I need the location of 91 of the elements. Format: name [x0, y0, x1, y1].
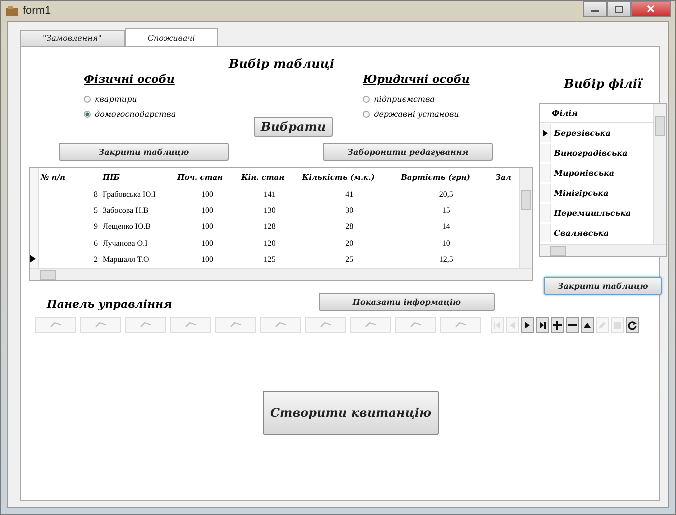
maximize-button[interactable]	[607, 1, 631, 17]
table-cell-text: 15	[441, 205, 452, 218]
tool-icon	[140, 321, 152, 329]
table-cell: 9	[38, 218, 101, 236]
current-row-icon	[30, 254, 36, 263]
table-cell: 6	[38, 235, 101, 252]
app-icon	[5, 5, 19, 17]
navigator-button[interactable]	[521, 317, 534, 333]
table-cell-text: Лещенко Ю.В	[102, 221, 152, 234]
branch-name: Березівська	[554, 128, 611, 138]
navigator-button[interactable]	[566, 317, 579, 333]
tool-icon	[454, 321, 466, 329]
tab[interactable]: Споживачі	[124, 28, 218, 47]
table-cell-text: 20,5	[438, 188, 454, 201]
branch-name: Виноградівська	[554, 148, 628, 158]
table-cell-text: 25	[344, 254, 355, 266]
branch-name: Мінігірська	[554, 188, 609, 198]
forbid-edit-button[interactable]: Заборонити редагування	[323, 143, 494, 161]
table-cell-text: 30	[344, 205, 355, 218]
navigator-button[interactable]	[551, 317, 564, 333]
table-cell-text: Забосова Н.В	[102, 205, 150, 218]
table-cell-text: Маршалл Т.О	[102, 254, 150, 266]
branch-row[interactable]: Миронівська	[540, 163, 654, 183]
horizontal-scrollbar[interactable]	[30, 268, 532, 280]
table-cell-text: 20	[344, 238, 355, 250]
choose-button[interactable]: Вибрати	[254, 117, 334, 137]
show-info-button[interactable]: Показати інформацію	[319, 293, 495, 311]
branch-row[interactable]: Виноградівська	[540, 143, 654, 163]
create-receipt-button[interactable]: Створити квитанцію	[263, 390, 439, 434]
close-table-button[interactable]: Закрити таблицю	[59, 143, 229, 161]
tab[interactable]: "Замовлення"	[20, 30, 125, 46]
section-heading: Вибір таблиці	[229, 57, 336, 71]
vertical-scrollbar[interactable]	[653, 104, 666, 244]
branch-row[interactable]: Перемишльська	[540, 203, 654, 223]
table-cell-text: 100	[200, 221, 215, 234]
branch-name: Перемишльська	[554, 208, 632, 218]
window-title: form1	[23, 5, 52, 17]
table-cell-text: 14	[441, 221, 452, 234]
table-cell-text: 100	[200, 254, 215, 266]
radio-option[interactable]: державні установи	[363, 107, 534, 122]
radio-option[interactable]: квартири	[84, 92, 254, 107]
radio-option[interactable]: домогосподарства	[84, 107, 254, 122]
table-cell-text: Лучанова О.І	[102, 238, 149, 250]
group-heading: Фізичні особи	[84, 73, 176, 86]
tool-icon	[184, 321, 196, 329]
row-header[interactable]	[30, 252, 38, 268]
branch-row[interactable]: Свалявська	[540, 223, 654, 243]
table-cell-text: 12,5	[438, 254, 454, 266]
table-cell-text: 10	[441, 238, 452, 250]
table-cell-text: 41	[344, 188, 355, 201]
table-cell: 5	[38, 202, 101, 219]
navigator-button[interactable]	[536, 317, 549, 333]
group-heading: Юридичні особи	[363, 73, 471, 86]
tool-icon	[94, 321, 106, 329]
tool-icon	[410, 321, 422, 329]
plus-icon	[553, 320, 562, 330]
tool-icon	[230, 321, 242, 329]
horizontal-scrollbar[interactable]	[540, 244, 666, 256]
table-cell-text: 141	[262, 188, 277, 201]
table-cell-text: 125	[262, 254, 277, 266]
panel-heading: Панель управління	[46, 298, 174, 311]
navigator-button[interactable]	[626, 317, 639, 333]
table-cell-text: Грабовська Ю.І	[102, 188, 157, 201]
minimize-button[interactable]	[583, 1, 607, 17]
refresh-icon	[628, 320, 637, 330]
tool-icon	[320, 321, 332, 329]
maximize-icon	[615, 6, 623, 12]
branch-name: Миронівська	[554, 168, 615, 178]
branch-row[interactable]: Мінігірська	[540, 183, 654, 203]
section-heading: Вибір філії	[564, 77, 642, 91]
current-row-icon	[542, 130, 548, 136]
close-icon	[647, 5, 655, 13]
close-button[interactable]	[631, 1, 671, 17]
vertical-scrollbar[interactable]	[519, 168, 532, 268]
tool-icon	[274, 321, 286, 329]
radio-option[interactable]: підприємства	[363, 92, 534, 107]
table-cell-text: 100	[200, 238, 215, 250]
table-cell-text: 100	[200, 188, 215, 201]
close-table-button[interactable]: Закрити таблицю	[544, 277, 662, 295]
branch-name: Свалявська	[554, 228, 610, 238]
table-cell-text: 120	[262, 238, 277, 250]
branch-row[interactable]: Березівська	[540, 123, 654, 143]
table-cell: 2	[38, 252, 101, 268]
table-cell: 8	[38, 186, 101, 202]
tool-icon	[50, 321, 62, 329]
table-cell-text: 100	[200, 205, 215, 218]
table-cell-text: 128	[262, 221, 277, 234]
table-cell-text: 28	[344, 221, 355, 234]
navigator-button[interactable]	[581, 317, 594, 333]
table-cell-text: 130	[262, 205, 277, 218]
tool-icon	[364, 321, 376, 329]
